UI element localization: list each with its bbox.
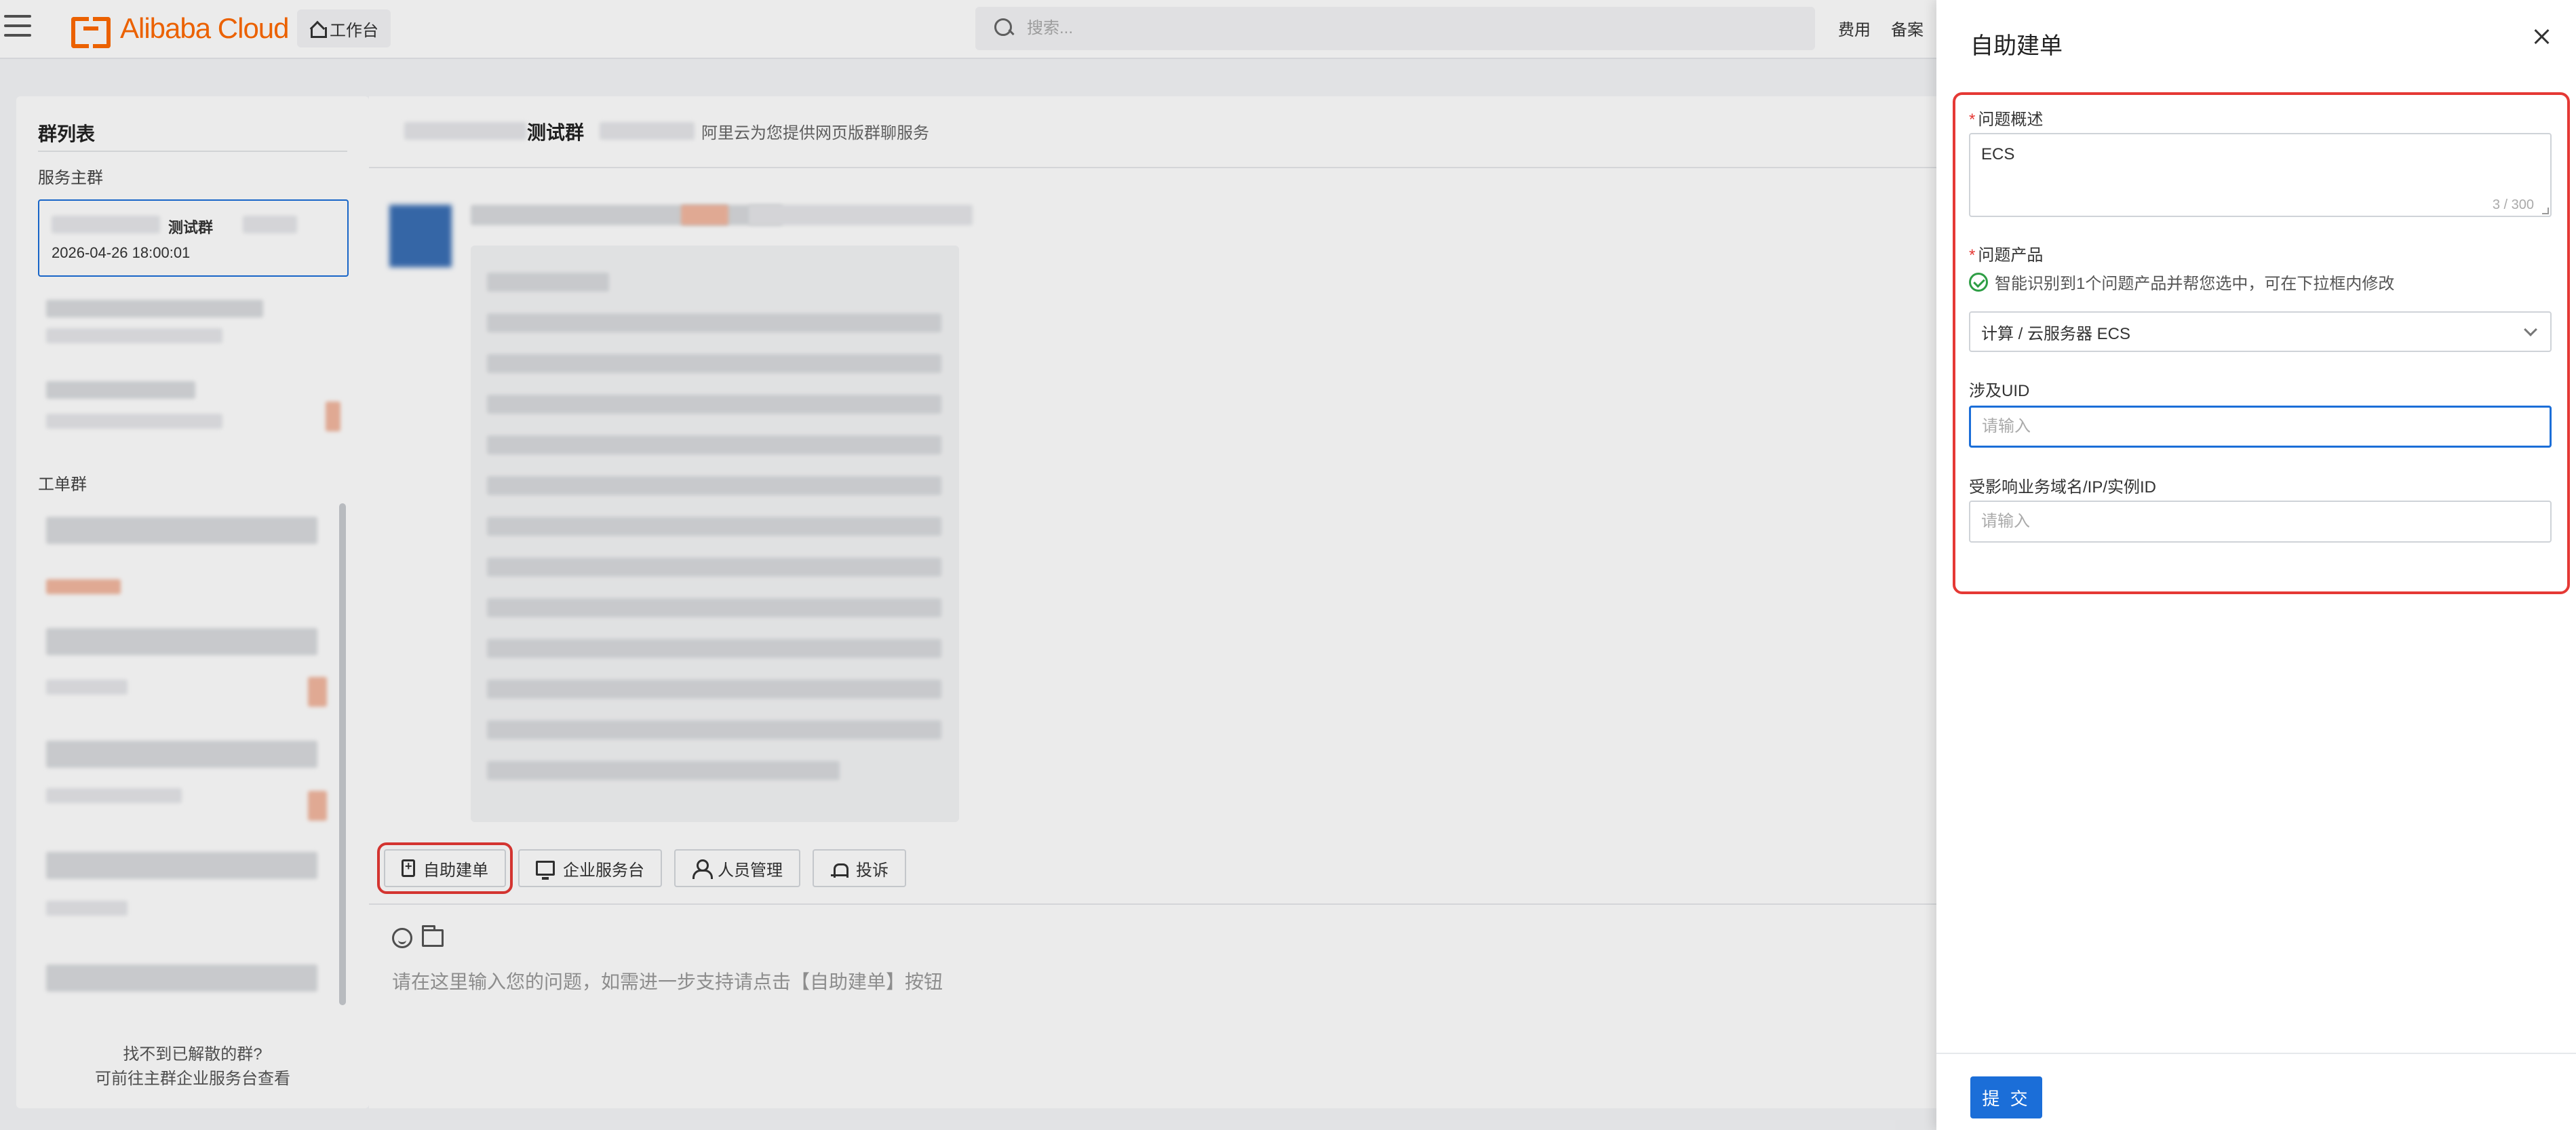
drawer-title: 自助建单 — [1970, 33, 2063, 59]
submit-button[interactable]: 提 交 — [1970, 1076, 2042, 1118]
product-hint-text: 智能识别到1个问题产品并帮您选中，可在下拉框内修改 — [1995, 275, 2395, 293]
product-label-text: 问题产品 — [1978, 246, 2044, 265]
check-circle-icon — [1969, 272, 1988, 292]
product-label: * 问题产品 — [1969, 241, 2043, 265]
self-ticket-drawer: 自助建单 * 问题概述 ECS 3 / 300 * 问题产品 智能识别到1个问题产品… — [1936, 0, 2576, 1130]
affected-label: 受影响业务域名/IP/实例ID — [1969, 478, 2157, 496]
product-select[interactable]: 计算 / 云服务器 ECS — [1969, 311, 2552, 352]
close-icon[interactable] — [2533, 28, 2550, 45]
affected-input[interactable] — [1969, 501, 2552, 543]
summary-label-text: 问题概述 — [1978, 111, 2044, 129]
product-hint: 智能识别到1个问题产品并帮您选中，可在下拉框内修改 — [1969, 270, 2394, 294]
summary-char-count: 3 / 300 — [2492, 197, 2534, 212]
required-mark: * — [1969, 246, 1976, 265]
modal-overlay[interactable] — [0, 0, 1936, 1130]
product-select-value: 计算 / 云服务器 ECS — [1981, 324, 2131, 343]
chevron-down-icon — [2524, 323, 2537, 336]
summary-label: * 问题概述 — [1969, 106, 2043, 130]
resize-handle[interactable] — [2542, 208, 2549, 214]
drawer-footer-divider — [1936, 1053, 2576, 1054]
uid-input[interactable] — [1969, 406, 2552, 448]
summary-value: ECS — [1981, 145, 2015, 163]
required-mark: * — [1969, 111, 1976, 129]
uid-label: 涉及UID — [1969, 382, 2030, 400]
summary-textarea[interactable]: ECS 3 / 300 — [1969, 133, 2552, 217]
